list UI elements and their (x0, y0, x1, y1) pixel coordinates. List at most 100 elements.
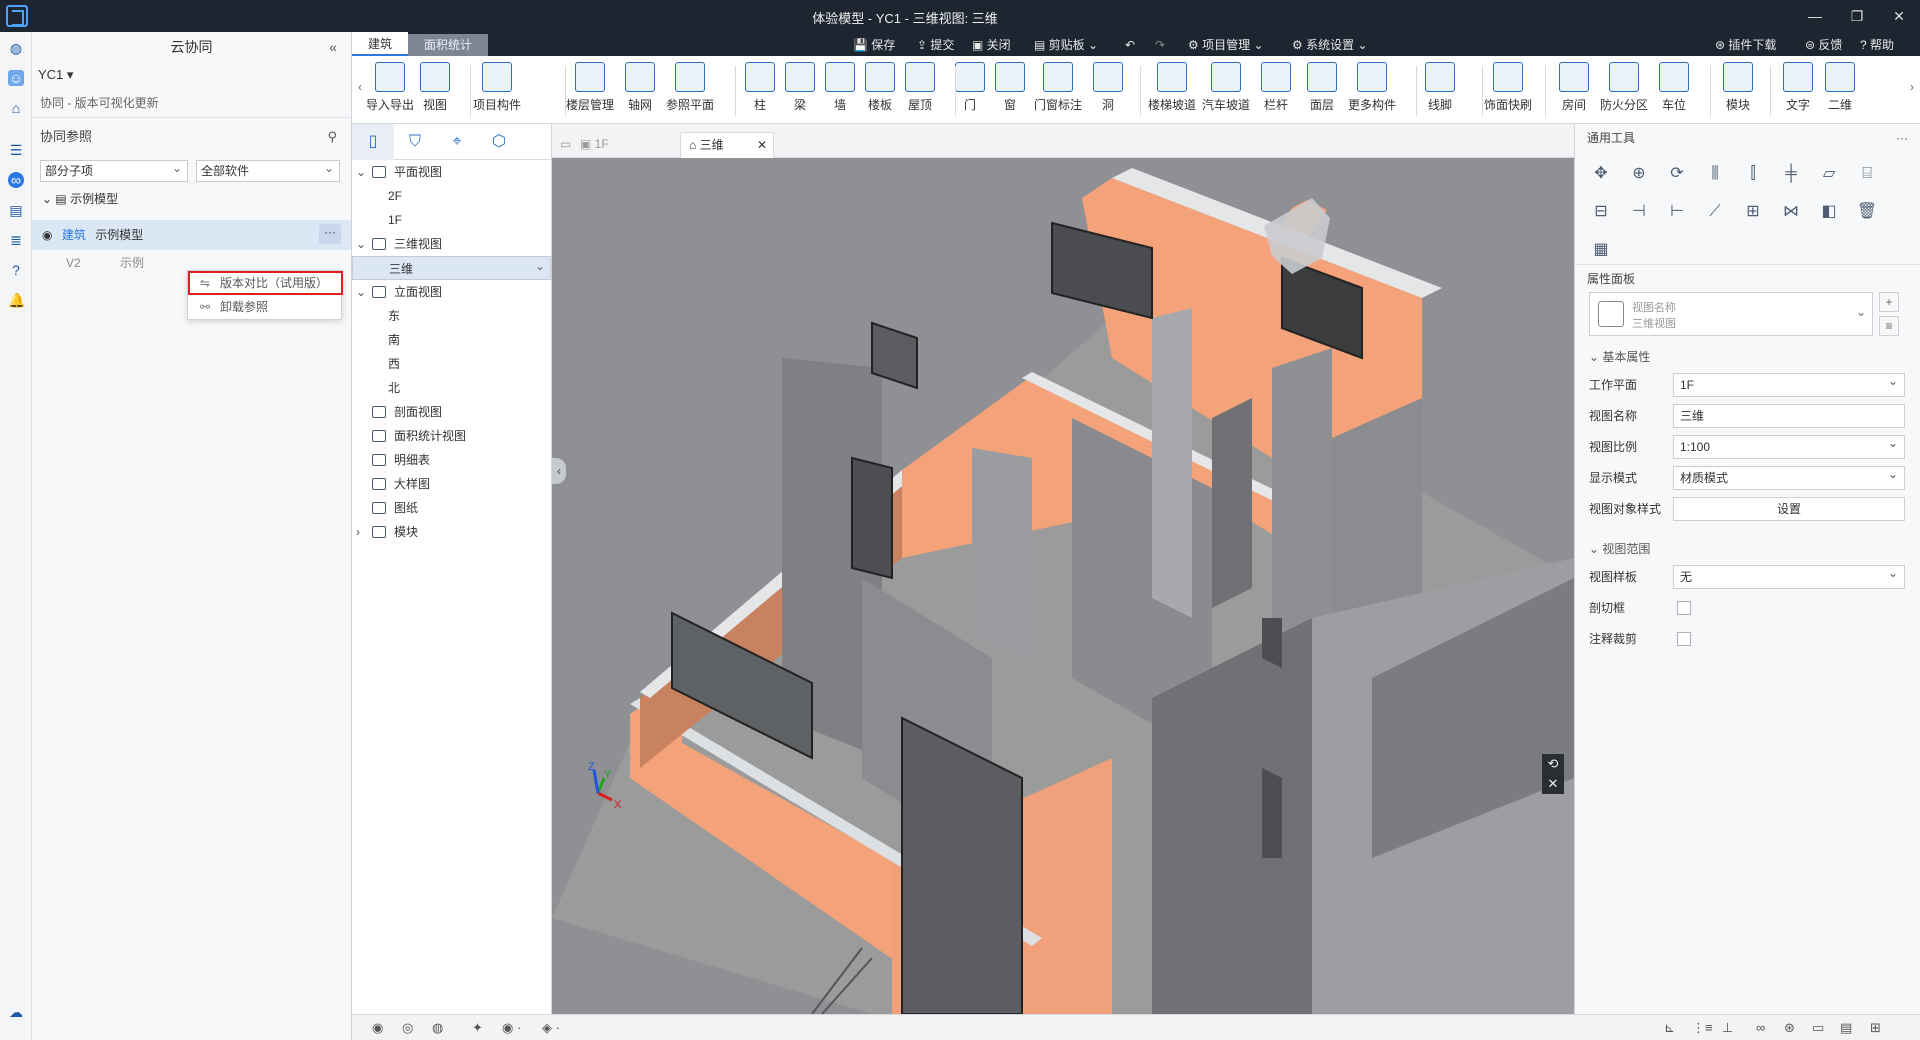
tool-25-button[interactable]: 模块 (1710, 62, 1766, 113)
toggle-icon[interactable]: ⌄ (356, 232, 366, 256)
general-tool-icon[interactable]: ╪ (1779, 162, 1803, 186)
property-checkbox[interactable] (1677, 601, 1691, 615)
link-status-icon[interactable]: ∞ (1756, 1020, 1765, 1035)
isolate-icon[interactable]: ◍ (432, 1020, 443, 1036)
undo-icon[interactable]: ↶ (1125, 36, 1135, 54)
general-tool-icon[interactable]: ⫼ (1703, 162, 1727, 186)
model-group[interactable]: ⌄ ▤ 示例模型 (32, 186, 351, 212)
general-tool-icon[interactable]: ◧ (1817, 200, 1841, 224)
tool-3-button[interactable]: 楼层管理 (562, 62, 618, 113)
light-icon[interactable]: ✦ (472, 1020, 483, 1036)
tool-24-button[interactable]: 车位 (1646, 62, 1702, 113)
tool-14-button[interactable]: 洞 (1080, 62, 1136, 113)
tree-node[interactable]: ⌄ 立面视图 (352, 280, 551, 304)
save-button[interactable]: 💾 保存 (853, 36, 895, 54)
tree-node[interactable]: 三维 (352, 254, 551, 280)
minimize-button[interactable]: — (1794, 0, 1836, 32)
tree-node[interactable]: 南 (352, 328, 551, 352)
eye-icon[interactable]: ◉ (42, 228, 52, 242)
tab-architecture[interactable]: 建筑 (352, 32, 409, 56)
reference-settings-icon[interactable]: ⚲ (327, 118, 337, 156)
view-tab-3d[interactable]: ⌂ 三维 ✕ (680, 132, 774, 158)
view-controls[interactable]: ⟲ ✕ (1542, 754, 1564, 794)
view-range-header[interactable]: ⌄ 视图范围 (1589, 540, 1650, 557)
system-settings-button[interactable]: ⚙ 系统设置 ⌄ (1292, 36, 1368, 54)
tree-node[interactable]: 西 (352, 352, 551, 376)
collapse-icon[interactable]: « (329, 32, 337, 62)
3d-viewport[interactable]: X Y Z ‹ ⟲ ✕ (552, 158, 1574, 1014)
basic-props-header[interactable]: ⌄ 基本属性 (1589, 348, 1650, 365)
general-tool-icon[interactable]: ⟋ (1703, 200, 1727, 224)
property-input[interactable]: 三维 (1673, 404, 1905, 428)
tab-area-stats[interactable]: 面积统计 (408, 34, 489, 56)
bell-icon[interactable]: 🔔 (8, 292, 25, 308)
close-button[interactable]: ▣ 关闭 (972, 36, 1011, 54)
close-tab-icon[interactable]: ✕ (757, 133, 767, 157)
location-tab-icon[interactable]: ⌖ (436, 124, 478, 160)
menu-item-version-compare[interactable]: ⇋ 版本对比（试用版） (188, 271, 343, 295)
feedback-button[interactable]: ⊜ 反馈 (1805, 36, 1842, 54)
tree-node[interactable]: 图纸 (352, 496, 551, 520)
tool-15-button[interactable]: 楼梯坡道 (1144, 62, 1200, 113)
project-mgmt-button[interactable]: ⚙ 项目管理 ⌄ (1188, 36, 1264, 54)
redo-icon[interactable]: ↷ (1155, 36, 1165, 54)
general-tool-icon[interactable]: ⫿ (1741, 162, 1765, 186)
property-dropdown[interactable]: 1F (1673, 370, 1905, 397)
view-type-selector[interactable]: 视图名称 三维视图 ⌄ (1589, 292, 1873, 336)
restore-button[interactable]: ❐ (1836, 0, 1878, 32)
general-tool-icon[interactable]: ▦ (1589, 238, 1613, 262)
link-icon[interactable]: ∞ (8, 172, 24, 188)
collapse-browser-icon[interactable]: ‹ (552, 458, 566, 484)
list-icon[interactable]: ☰ (8, 142, 24, 158)
tool-13-button[interactable]: 门窗标注 (1030, 62, 1086, 113)
view-tab-1f[interactable]: ▣ 1F (580, 132, 670, 156)
align-icon[interactable]: ⋮≡ (1692, 1020, 1713, 1036)
toggle-icon[interactable]: ⌄ (356, 280, 366, 304)
general-tool-icon[interactable]: ⊣ (1627, 200, 1651, 224)
tool-16-button[interactable]: 汽车坡道 (1198, 62, 1254, 113)
menu-item-unload-ref[interactable]: ⚯ 卸载参照 (188, 295, 341, 319)
general-tool-icon[interactable]: ▱ (1817, 162, 1841, 186)
hide-icon[interactable]: ◎ (402, 1020, 413, 1036)
tool-27-button[interactable]: 二维 (1812, 62, 1868, 113)
model-item[interactable]: ◉ 建筑 示例模型 ··· (32, 220, 351, 250)
layers-icon[interactable]: ▤ (1840, 1020, 1852, 1036)
tree-node[interactable]: 2F (352, 184, 551, 208)
tree-node[interactable]: 1F (352, 208, 551, 232)
axis-snap-icon[interactable]: ⊾ (1664, 1020, 1675, 1036)
property-checkbox[interactable] (1677, 632, 1691, 646)
tool-22-button[interactable]: 房间 (1546, 62, 1602, 113)
close-view-icon[interactable]: ✕ (1542, 774, 1564, 794)
file-icon[interactable]: ▤ (8, 202, 24, 218)
software-filter[interactable]: 全部软件 (196, 158, 340, 182)
general-tool-icon[interactable]: 🗑 (1855, 200, 1879, 224)
corner-icon[interactable]: ⊥ (1722, 1020, 1733, 1036)
cloud-upload-icon[interactable]: ☁ (8, 1004, 24, 1020)
filter-tab-icon[interactable]: ⛉ (394, 124, 436, 160)
model-tab-icon[interactable]: ⬡ (478, 124, 520, 160)
general-tool-icon[interactable]: ⟳ (1665, 162, 1689, 186)
reset-view-icon[interactable]: ⟲ (1542, 754, 1564, 774)
general-tool-icon[interactable]: ⊢ (1665, 200, 1689, 224)
property-dropdown[interactable]: 材质模式 (1673, 463, 1905, 490)
user-icon[interactable]: ☺ (8, 70, 24, 86)
help-circle-icon[interactable]: ? (8, 262, 24, 278)
toggle-icon[interactable]: › (356, 520, 360, 544)
property-button[interactable]: 设置 (1673, 497, 1905, 521)
globe-icon[interactable]: ◍ (8, 40, 24, 56)
general-tool-icon[interactable]: ⊟ (1589, 200, 1613, 224)
tool-10-button[interactable]: 屋顶 (892, 62, 948, 113)
compass-icon[interactable]: ⊛ (1784, 1020, 1795, 1036)
type-list-icon[interactable]: ≡ (1879, 316, 1899, 336)
property-dropdown[interactable]: 无 (1673, 562, 1905, 589)
tool-21-button[interactable]: 饰面快刷 (1480, 62, 1536, 113)
tree-node[interactable]: ⌄ 平面视图 (352, 160, 551, 184)
more-button[interactable]: ··· (319, 224, 341, 244)
tool-20-button[interactable]: 线脚 (1412, 62, 1468, 113)
ribbon-scroll-right-icon[interactable]: › (1910, 80, 1914, 94)
render-icon[interactable]: ◈ · (542, 1020, 560, 1036)
general-tool-icon[interactable]: ⋈ (1779, 200, 1803, 224)
tree-node[interactable]: 剖面视图 (352, 400, 551, 424)
plugin-download-button[interactable]: ⊛ 插件下载 (1715, 36, 1776, 54)
tree-node[interactable]: 明细表 (352, 448, 551, 472)
